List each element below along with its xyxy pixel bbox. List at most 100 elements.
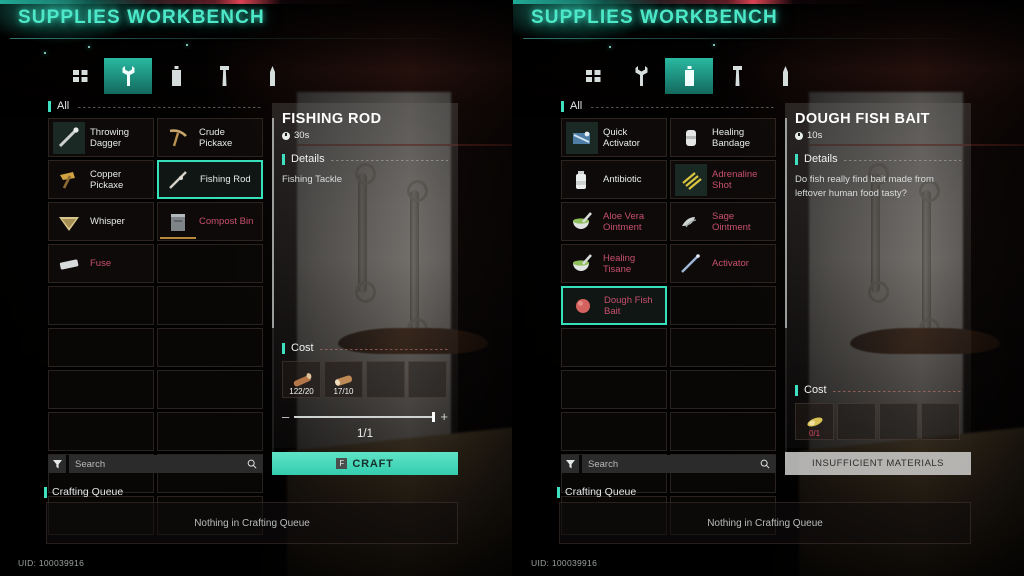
search-placeholder: Search xyxy=(588,458,619,470)
dashed-rule xyxy=(591,106,776,108)
page-title: SUPPLIES WORKBENCH xyxy=(531,7,778,28)
search-row-left[interactable]: Search xyxy=(48,455,263,473)
search-placeholder: Search xyxy=(75,458,106,470)
crafting-queue-box: Nothing in Crafting Queue xyxy=(559,502,971,544)
detail-craft-time: 30s xyxy=(282,130,448,141)
tab-tools[interactable] xyxy=(617,58,665,94)
tab-parts[interactable] xyxy=(713,58,761,94)
tab-all[interactable] xyxy=(569,58,617,94)
recipe-slot-empty[interactable] xyxy=(670,370,776,409)
detail-craft-time: 10s xyxy=(795,130,961,141)
tab-all[interactable] xyxy=(56,58,104,94)
details-label: Details xyxy=(804,153,838,165)
tab-medical[interactable] xyxy=(665,58,713,94)
recipe-slot[interactable]: Throwing Dagger xyxy=(48,118,154,157)
search-input[interactable]: Search xyxy=(582,455,776,473)
dashed-rule xyxy=(832,390,961,392)
detail-details-header: Details xyxy=(795,153,961,165)
recipe-slot[interactable]: Whisper xyxy=(48,202,154,241)
recipe-slot-empty[interactable] xyxy=(670,286,776,325)
cost-slots[interactable]: 122/20 17/10 xyxy=(282,361,448,398)
recipe-slot[interactable]: Dough Fish Bait xyxy=(561,286,667,325)
craft-button[interactable]: F CRAFT xyxy=(272,452,458,475)
recipe-slot[interactable]: Compost Bin xyxy=(157,202,263,241)
sage-icon xyxy=(675,206,707,238)
recipe-slot-empty[interactable] xyxy=(48,370,154,409)
quantity-slider[interactable] xyxy=(294,411,436,422)
tab-medical[interactable] xyxy=(152,58,200,94)
tab-ammo[interactable] xyxy=(248,58,296,94)
category-tabs-left[interactable] xyxy=(56,58,296,94)
tab-parts[interactable] xyxy=(200,58,248,94)
recipe-slot[interactable]: Sage Ointment xyxy=(670,202,776,241)
recipe-slot-empty[interactable] xyxy=(48,286,154,325)
recipe-slot[interactable]: Crude Pickaxe xyxy=(157,118,263,157)
dashed-rule xyxy=(330,159,448,161)
quick-activator-icon xyxy=(566,121,598,154)
recipe-slot-empty[interactable] xyxy=(48,412,154,451)
cost-slots[interactable]: 0/1 xyxy=(795,403,961,440)
search-row-right[interactable]: Search xyxy=(561,455,776,473)
dashed-rule xyxy=(78,106,263,108)
slider-knob[interactable] xyxy=(432,411,436,422)
detail-description: Do fish really find bait made from lefto… xyxy=(795,174,934,199)
recipe-slot-empty[interactable] xyxy=(670,412,776,451)
list-section-label: All xyxy=(57,100,70,112)
recipe-slot[interactable]: Aloe Vera Ointment xyxy=(561,202,667,241)
recipe-slot-empty[interactable] xyxy=(157,412,263,451)
scrollbar-thumb[interactable] xyxy=(785,118,787,328)
cost-slot-empty xyxy=(837,403,876,440)
bandage-icon xyxy=(675,122,707,154)
recipe-scrollbar[interactable] xyxy=(785,118,787,466)
recipe-slot[interactable]: Activator xyxy=(670,244,776,283)
category-tabs-right[interactable] xyxy=(569,58,809,94)
recipe-slot-empty[interactable] xyxy=(561,370,667,409)
recipe-slot[interactable]: Antibiotic xyxy=(561,160,667,199)
recipe-slot-empty[interactable] xyxy=(48,328,154,367)
recipe-slot[interactable]: Fishing Rod xyxy=(157,160,263,199)
recipe-slot[interactable]: Fuse xyxy=(48,244,154,283)
recipe-slot[interactable]: Healing Tisane xyxy=(561,244,667,283)
increase-button[interactable]: + xyxy=(440,410,448,423)
title-top-strip xyxy=(513,0,1024,4)
cost-slot[interactable]: 122/20 xyxy=(282,361,321,398)
recipe-slot[interactable]: Adrenaline Shot xyxy=(670,160,776,199)
cost-slot[interactable]: 17/10 xyxy=(324,361,363,398)
recipe-slot-empty[interactable] xyxy=(561,412,667,451)
recipe-slot-empty[interactable] xyxy=(157,328,263,367)
recipe-slot-empty[interactable] xyxy=(157,244,263,283)
page-title: SUPPLIES WORKBENCH xyxy=(18,7,265,28)
crafting-queue-header: Crafting Queue xyxy=(557,486,636,498)
recipe-slot-empty[interactable] xyxy=(670,328,776,367)
recipe-slot-label: Healing Bandage xyxy=(712,126,751,149)
scrollbar-thumb[interactable] xyxy=(272,118,274,328)
antibiotic-icon xyxy=(566,164,598,196)
filter-icon[interactable] xyxy=(48,455,66,473)
recipe-slot-label: Activator xyxy=(712,258,749,269)
recipe-slot-empty[interactable] xyxy=(157,286,263,325)
recipe-slot[interactable]: Quick Activator xyxy=(561,118,667,157)
cost-slot[interactable]: 0/1 xyxy=(795,403,834,440)
cost-header: Cost xyxy=(282,342,448,354)
recipe-slot-empty[interactable] xyxy=(157,370,263,409)
adrenaline-icon xyxy=(675,163,707,196)
tab-tools[interactable] xyxy=(104,58,152,94)
clock-icon xyxy=(795,131,803,140)
tab-ammo[interactable] xyxy=(761,58,809,94)
cost-label: Cost xyxy=(291,342,314,354)
craft-button-label: CRAFT xyxy=(352,457,394,470)
cost-quantity: 0/1 xyxy=(808,429,821,438)
recipe-slot-empty[interactable] xyxy=(561,328,667,367)
quantity-stepper[interactable]: – + xyxy=(282,410,448,423)
filter-icon[interactable] xyxy=(561,455,579,473)
recipe-slot[interactable]: Healing Bandage xyxy=(670,118,776,157)
cost-slot-empty xyxy=(408,361,447,398)
decrease-button[interactable]: – xyxy=(282,410,289,423)
list-section-label: All xyxy=(570,100,583,112)
cost-block-left: Cost 122/20 17/10 – + 1/1 xyxy=(272,342,458,448)
search-input[interactable]: Search xyxy=(69,455,263,473)
whisper-icon xyxy=(53,206,85,238)
recipe-slot[interactable]: Copper Pickaxe xyxy=(48,160,154,199)
recipe-scrollbar[interactable] xyxy=(272,118,274,466)
cost-slot-empty xyxy=(366,361,405,398)
